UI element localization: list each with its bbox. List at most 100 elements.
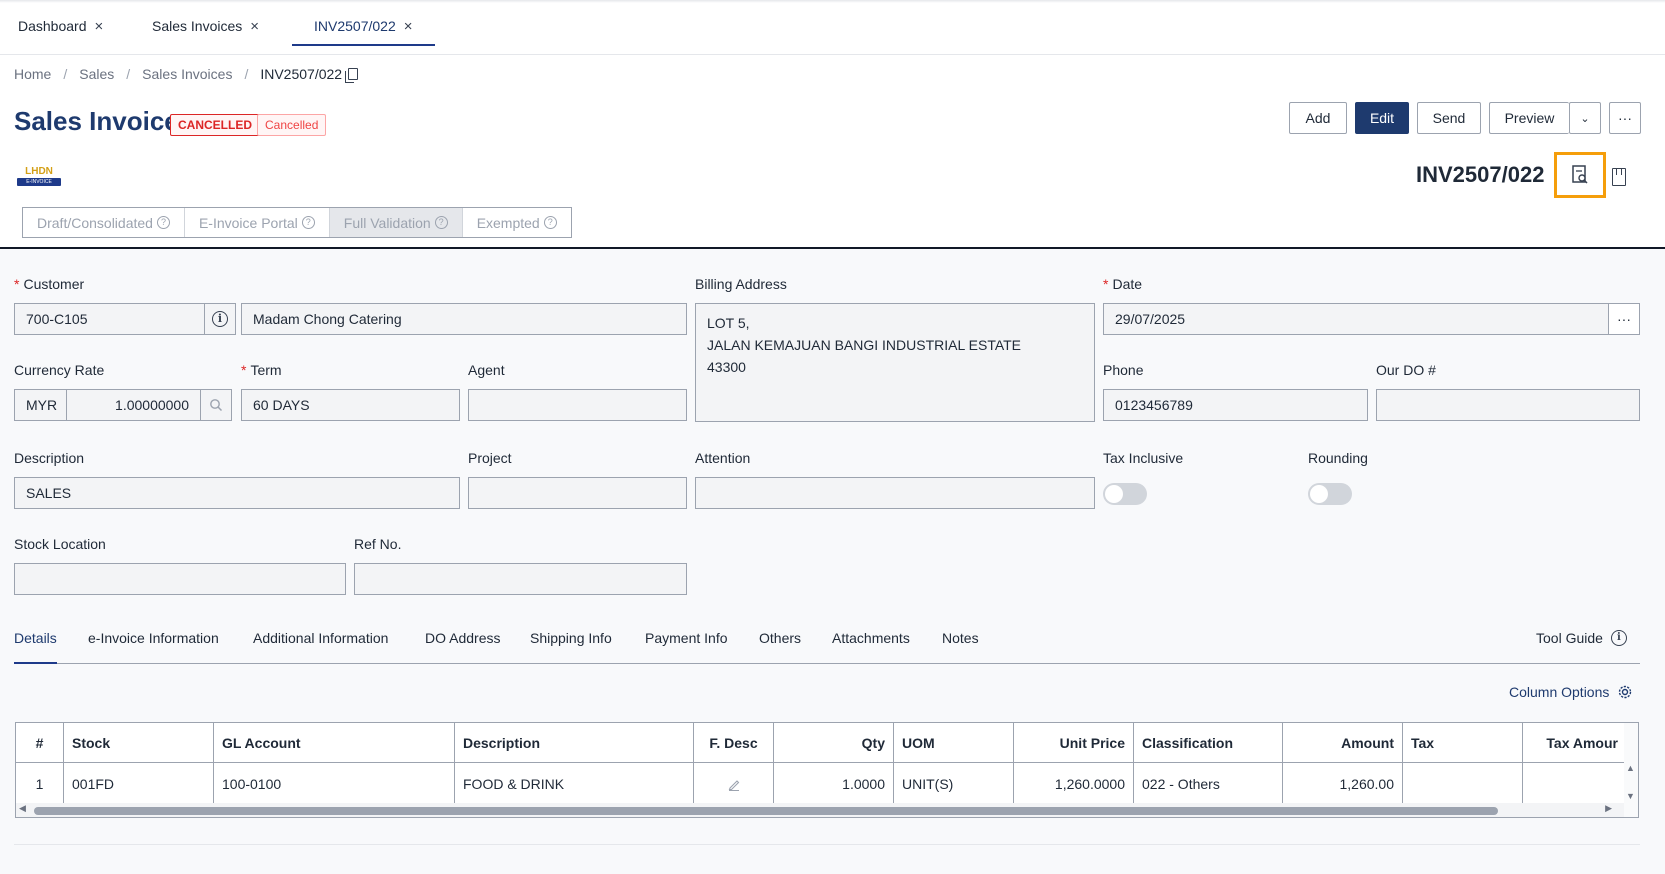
currency-search-button[interactable] — [200, 389, 232, 421]
tax-amount-cell[interactable] — [1523, 763, 1626, 804]
segment-draft-consolidated[interactable]: Draft/Consolidated? — [23, 208, 185, 237]
tab-einvoice-information[interactable]: e-Invoice Information — [88, 630, 219, 664]
rounding-toggle[interactable] — [1308, 483, 1352, 505]
tab-do-address[interactable]: DO Address — [425, 630, 500, 664]
tab-others[interactable]: Others — [759, 630, 801, 664]
vertical-scrollbar[interactable]: ▲ ▼ — [1624, 723, 1638, 817]
tab-shipping-info[interactable]: Shipping Info — [530, 630, 612, 664]
column-header[interactable]: GL Account — [214, 723, 455, 762]
column-header[interactable]: Description — [455, 723, 694, 762]
description-field[interactable]: SALES — [14, 477, 460, 509]
detail-tabs: Details e-Invoice Information Additional… — [14, 630, 1640, 664]
rounding-label: Rounding — [1308, 450, 1368, 466]
edit-button[interactable]: Edit — [1355, 102, 1409, 134]
bookmark-icon[interactable] — [1612, 168, 1626, 186]
horizontal-scrollbar[interactable]: ◀ ▶ — [16, 803, 1626, 817]
document-search-button[interactable] — [1554, 152, 1606, 198]
attention-field[interactable] — [695, 477, 1095, 509]
customer-code-field[interactable]: 700-C105 — [14, 303, 205, 335]
document-number: INV2507/022 — [1416, 162, 1545, 187]
description-cell[interactable]: FOOD & DRINK — [455, 763, 694, 804]
gl-account-cell[interactable]: 100-0100 — [214, 763, 455, 804]
add-button[interactable]: Add — [1289, 102, 1347, 134]
customer-name-field[interactable]: Madam Chong Catering — [241, 303, 687, 335]
tab-notes[interactable]: Notes — [942, 630, 979, 664]
copy-icon[interactable] — [345, 68, 359, 83]
preview-button[interactable]: Preview — [1489, 102, 1569, 134]
segment-exempted[interactable]: Exempted? — [462, 208, 571, 237]
breadcrumb-home[interactable]: Home — [14, 66, 51, 82]
uom-cell[interactable]: UNIT(S) — [894, 763, 1014, 804]
stock-location-field[interactable] — [14, 563, 346, 595]
date-more-button[interactable]: ··· — [1608, 303, 1640, 335]
column-header[interactable]: # — [16, 723, 64, 762]
column-header[interactable]: Qty — [774, 723, 894, 762]
our-do-field[interactable] — [1376, 389, 1640, 421]
qty-cell[interactable]: 1.0000 — [774, 763, 894, 804]
chevron-down-icon: ⌄ — [1580, 112, 1590, 125]
project-field[interactable] — [468, 477, 687, 509]
row-number: 1 — [16, 763, 64, 804]
preview-dropdown-button[interactable]: ⌄ — [1569, 102, 1601, 134]
currency-rate-field[interactable]: 1.00000000 — [66, 389, 201, 421]
tab-attachments[interactable]: Attachments — [832, 630, 910, 664]
segment-full-validation[interactable]: Full Validation? — [329, 208, 463, 237]
term-field[interactable]: 60 DAYS — [241, 389, 460, 421]
ref-no-field[interactable] — [354, 563, 687, 595]
scroll-down-icon[interactable]: ▼ — [1626, 791, 1635, 801]
customer-label: * Customer — [14, 276, 85, 292]
tab-additional-information[interactable]: Additional Information — [253, 630, 388, 664]
currency-code-field[interactable]: MYR — [14, 389, 67, 421]
f-desc-cell[interactable] — [694, 763, 774, 804]
customer-info-button[interactable]: i — [204, 303, 236, 335]
column-header[interactable]: Stock — [64, 723, 214, 762]
agent-field[interactable] — [468, 389, 687, 421]
help-icon: ? — [156, 216, 170, 229]
date-field[interactable]: 29/07/2025 — [1103, 303, 1609, 335]
billing-address-field[interactable]: LOT 5, JALAN KEMAJUAN BANGI INDUSTRIAL E… — [695, 303, 1095, 422]
column-header[interactable]: Tax — [1403, 723, 1523, 762]
column-header[interactable]: F. Desc — [694, 723, 774, 762]
stock-cell[interactable]: 001FD — [64, 763, 214, 804]
tax-inclusive-toggle[interactable] — [1103, 483, 1147, 505]
close-icon[interactable]: × — [404, 18, 413, 35]
breadcrumb-sales[interactable]: Sales — [79, 66, 114, 82]
section-divider — [14, 844, 1640, 845]
segment-einvoice-portal[interactable]: E-Invoice Portal? — [184, 208, 330, 237]
close-icon[interactable]: × — [95, 18, 104, 35]
scroll-right-icon[interactable]: ▶ — [1605, 803, 1612, 814]
scroll-up-icon[interactable]: ▲ — [1626, 763, 1635, 773]
breadcrumb-sales-invoices[interactable]: Sales Invoices — [142, 66, 232, 82]
table-row[interactable]: 1 001FD 100-0100 FOOD & DRINK 1.0000 UNI… — [16, 763, 1626, 805]
column-header[interactable]: Tax Amour — [1523, 723, 1626, 762]
tab-bar: Dashboard × Sales Invoices × INV2507/022 × — [0, 0, 1665, 55]
column-header[interactable]: Classification — [1134, 723, 1283, 762]
tab-sales-invoices[interactable]: Sales Invoices × — [152, 18, 259, 46]
pencil-icon[interactable] — [727, 777, 741, 791]
send-button[interactable]: Send — [1417, 102, 1481, 134]
tab-details[interactable]: Details — [14, 630, 57, 664]
date-label: * Date — [1103, 276, 1143, 292]
tab-dashboard[interactable]: Dashboard × — [18, 18, 103, 46]
lhdn-logo: LHDN E-INVOICE — [17, 166, 61, 194]
unit-price-cell[interactable]: 1,260.0000 — [1014, 763, 1134, 804]
attention-label: Attention — [695, 450, 751, 466]
more-actions-button[interactable]: ··· — [1609, 102, 1641, 134]
search-icon — [210, 399, 223, 412]
column-header[interactable]: Amount — [1283, 723, 1403, 762]
amount-cell[interactable]: 1,260.00 — [1283, 763, 1403, 804]
tab-inv2507-022[interactable]: INV2507/022 × — [292, 18, 435, 46]
scrollbar-thumb[interactable] — [34, 807, 1498, 815]
tab-payment-info[interactable]: Payment Info — [645, 630, 728, 664]
tax-cell[interactable] — [1403, 763, 1523, 804]
column-options-button[interactable]: Column Options — [1509, 684, 1633, 700]
column-header[interactable]: UOM — [894, 723, 1014, 762]
table-header-row: # Stock GL Account Description F. Desc Q… — [16, 723, 1626, 763]
column-header[interactable]: Unit Price — [1014, 723, 1134, 762]
info-icon: i — [1610, 630, 1627, 646]
scroll-left-icon[interactable]: ◀ — [19, 803, 26, 814]
close-icon[interactable]: × — [250, 18, 259, 35]
phone-field[interactable]: 0123456789 — [1103, 389, 1368, 421]
tool-guide-button[interactable]: Tool Guide i — [1536, 630, 1627, 664]
classification-cell[interactable]: 022 - Others — [1134, 763, 1283, 804]
